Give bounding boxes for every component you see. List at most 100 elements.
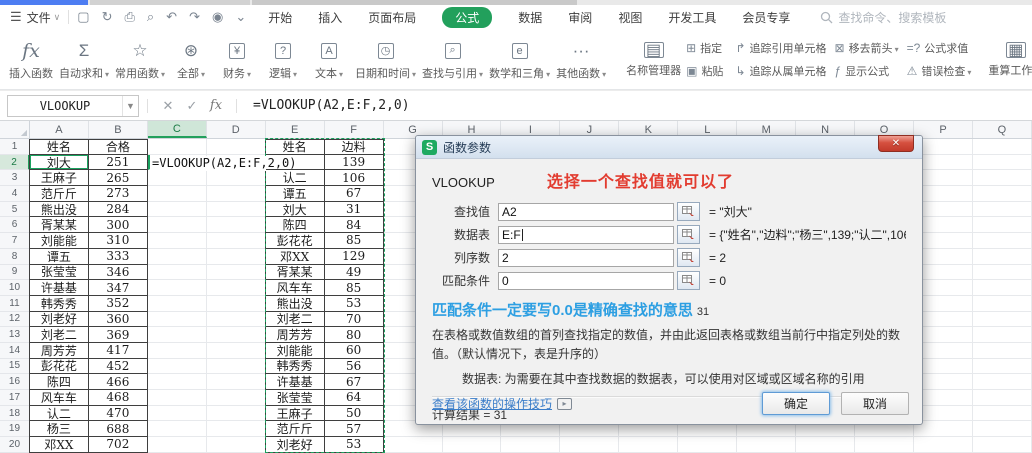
remove-arrows-button[interactable]: ⊠ 移去箭头 ▾ bbox=[835, 40, 899, 56]
print-preview-icon[interactable]: ⌕ bbox=[147, 9, 154, 25]
cell-D6[interactable] bbox=[206, 217, 266, 234]
cell-C20[interactable] bbox=[147, 437, 207, 453]
cell-F20[interactable]: 53 bbox=[324, 437, 384, 453]
col-header-Q[interactable]: Q bbox=[973, 121, 1032, 138]
cell-D4[interactable] bbox=[206, 186, 266, 202]
menu-tab-开发工具[interactable]: 开发工具 bbox=[668, 9, 716, 26]
cell-B12[interactable]: 360 bbox=[88, 311, 148, 328]
close-icon[interactable]: ✕ bbox=[878, 135, 914, 152]
cell-A3[interactable]: 王麻子 bbox=[28, 170, 89, 187]
cell-F14[interactable]: 60 bbox=[324, 342, 384, 359]
cell-J20[interactable] bbox=[560, 437, 620, 453]
cell-Q10[interactable] bbox=[972, 280, 1032, 296]
cell-N20[interactable] bbox=[796, 437, 856, 453]
cell-C13[interactable] bbox=[147, 327, 207, 343]
argument-input-匹配条件[interactable]: 0 bbox=[498, 271, 674, 290]
cell-F19[interactable]: 57 bbox=[324, 421, 384, 438]
row-header-8[interactable]: 8 bbox=[0, 248, 30, 265]
cell-E4[interactable]: 谭五 bbox=[264, 186, 325, 202]
cell-C17[interactable] bbox=[147, 390, 207, 406]
col-header-B[interactable]: B bbox=[89, 121, 148, 138]
cell-A14[interactable]: 周芳芳 bbox=[28, 342, 89, 359]
cell-E9[interactable]: 胥某某 bbox=[264, 264, 325, 281]
cell-A4[interactable]: 范斤斤 bbox=[28, 186, 89, 202]
row-header-15[interactable]: 15 bbox=[0, 358, 30, 375]
row-header-7[interactable]: 7 bbox=[0, 233, 30, 249]
row-header-16[interactable]: 16 bbox=[0, 374, 30, 390]
cell-D8[interactable] bbox=[206, 248, 266, 265]
cell-F12[interactable]: 70 bbox=[324, 311, 384, 328]
cell-F16[interactable]: 67 bbox=[324, 374, 384, 390]
cell-A8[interactable]: 谭五 bbox=[28, 248, 89, 265]
cell-H20[interactable] bbox=[442, 437, 502, 453]
row-header-13[interactable]: 13 bbox=[0, 327, 30, 343]
cell-B15[interactable]: 452 bbox=[88, 358, 148, 375]
cell-A18[interactable]: 认二 bbox=[28, 405, 89, 422]
ok-button[interactable]: 确定 bbox=[762, 392, 830, 415]
cell-Q18[interactable] bbox=[972, 405, 1032, 422]
assign-names-button[interactable]: ⊞ 指定 bbox=[686, 40, 723, 56]
cell-E5[interactable]: 刘大 bbox=[264, 201, 325, 218]
cell-Q12[interactable] bbox=[972, 311, 1032, 328]
cell-D9[interactable] bbox=[206, 264, 266, 281]
menu-tab-视图[interactable]: 视图 bbox=[618, 9, 642, 26]
cell-Q4[interactable] bbox=[972, 186, 1032, 202]
cell-K20[interactable] bbox=[619, 437, 679, 453]
cell-D11[interactable] bbox=[206, 295, 266, 312]
cell-E12[interactable]: 刘老二 bbox=[264, 311, 325, 328]
cell-C2[interactable] bbox=[147, 154, 207, 171]
menu-tab-页面布局[interactable]: 页面布局 bbox=[368, 9, 416, 26]
cell-E7[interactable]: 彭花花 bbox=[264, 233, 325, 249]
cell-C10[interactable] bbox=[147, 280, 207, 296]
cell-B6[interactable]: 300 bbox=[88, 217, 148, 234]
cell-I20[interactable] bbox=[501, 437, 561, 453]
cell-B11[interactable]: 352 bbox=[88, 295, 148, 312]
col-header-P[interactable]: P bbox=[914, 121, 973, 138]
cancel-button[interactable]: 取消 bbox=[841, 392, 909, 415]
cell-A15[interactable]: 彭花花 bbox=[28, 358, 89, 375]
row-header-18[interactable]: 18 bbox=[0, 405, 30, 422]
cell-E13[interactable]: 周芳芳 bbox=[264, 327, 325, 343]
cancel-entry-icon[interactable]: ✕ bbox=[156, 98, 180, 114]
cell-D2[interactable] bbox=[206, 154, 266, 171]
col-header-F[interactable]: F bbox=[325, 121, 384, 138]
col-header-A[interactable]: A bbox=[30, 121, 89, 138]
cell-Q1[interactable] bbox=[972, 139, 1032, 155]
cell-Q6[interactable] bbox=[972, 217, 1032, 234]
cell-B14[interactable]: 417 bbox=[88, 342, 148, 359]
cell-B9[interactable]: 346 bbox=[88, 264, 148, 281]
recalc-workbook-button[interactable]: ▦ 重算工作簿 bbox=[983, 32, 1032, 87]
evaluate-formula-button[interactable]: =? 公式求值 bbox=[907, 40, 972, 56]
more-icon[interactable]: ⌄ bbox=[235, 9, 246, 25]
dialog-titlebar[interactable]: S 函数参数 ✕ bbox=[416, 135, 922, 159]
cell-E18[interactable]: 王麻子 bbox=[264, 405, 325, 422]
cell-B19[interactable]: 688 bbox=[88, 421, 148, 438]
row-header-5[interactable]: 5 bbox=[0, 201, 30, 218]
cell-C19[interactable] bbox=[147, 421, 207, 438]
cell-F10[interactable]: 85 bbox=[324, 280, 384, 296]
cell-A16[interactable]: 陈四 bbox=[28, 374, 89, 390]
cell-A10[interactable]: 许基基 bbox=[28, 280, 89, 296]
show-formulas-button[interactable]: ƒ 显示公式 bbox=[835, 63, 899, 79]
cell-E10[interactable]: 风车车 bbox=[264, 280, 325, 296]
menu-tab-会员专享[interactable]: 会员专享 bbox=[742, 9, 790, 26]
menu-tab-开始[interactable]: 开始 bbox=[268, 9, 292, 26]
cell-C18[interactable] bbox=[147, 405, 207, 422]
lookup-reference-button[interactable]: ⌕ 查找与引用 ▾ bbox=[419, 32, 486, 87]
select-all-corner[interactable]: ◢ bbox=[0, 121, 30, 138]
cell-B7[interactable]: 310 bbox=[88, 233, 148, 249]
cell-F18[interactable]: 50 bbox=[324, 405, 384, 422]
row-header-9[interactable]: 9 bbox=[0, 264, 30, 281]
name-box-dropdown-icon[interactable]: ▼ bbox=[122, 95, 138, 116]
cell-C15[interactable] bbox=[147, 358, 207, 375]
cell-O20[interactable] bbox=[855, 437, 915, 453]
row-header-14[interactable]: 14 bbox=[0, 342, 30, 359]
cell-F6[interactable]: 84 bbox=[324, 217, 384, 234]
cell-E20[interactable]: 刘老好 bbox=[264, 437, 325, 453]
cell-E11[interactable]: 熊出没 bbox=[264, 295, 325, 312]
cell-D17[interactable] bbox=[206, 390, 266, 406]
formula-input[interactable]: =VLOOKUP(A2,E:F,2,0) bbox=[253, 98, 410, 113]
save-icon[interactable]: ▢ bbox=[77, 9, 89, 25]
cell-Q2[interactable] bbox=[972, 154, 1032, 171]
cell-Q14[interactable] bbox=[972, 342, 1032, 359]
